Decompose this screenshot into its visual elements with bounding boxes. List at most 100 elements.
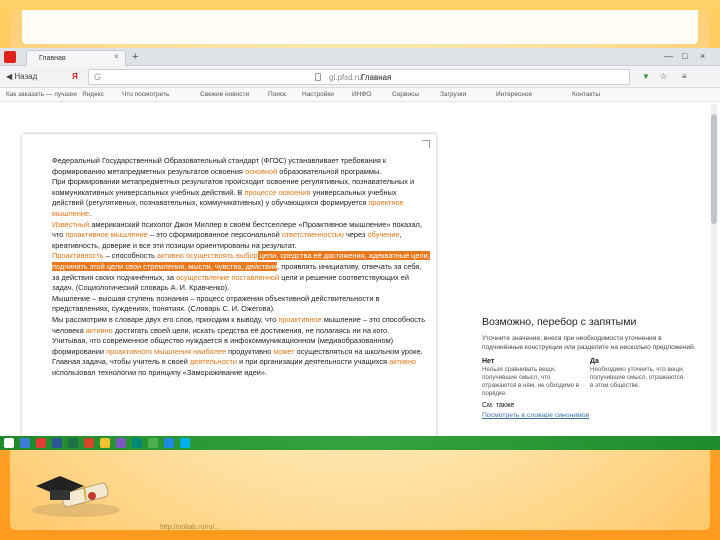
share-icon[interactable]	[422, 140, 430, 148]
article-run: основной	[244, 166, 278, 176]
bookmarks-bar: Как заказать — лучшее Яндекс Что посмотр…	[0, 88, 720, 102]
article-run: активно осуществлять выбор	[156, 251, 258, 261]
example-no-text: Нельзя сравнивать вещи, получившие смысл…	[482, 366, 580, 397]
media-icon[interactable]	[132, 438, 142, 448]
graduation-decoration	[32, 476, 120, 517]
yandex-logo[interactable]: Я	[72, 72, 78, 81]
bookmark-item[interactable]: Настройки	[302, 91, 334, 98]
article-run: .	[89, 208, 92, 218]
yandex-browser-icon[interactable]	[4, 51, 16, 63]
article-run: через	[343, 230, 368, 240]
download-icon[interactable]: ▼	[642, 72, 650, 81]
article-run: Мы рассмотрим в словаре двух его слов, п…	[52, 314, 279, 324]
address-page-title: Главная	[361, 73, 392, 82]
page-content: Федеральный Государственный Образователь…	[0, 102, 720, 436]
article-run: проактивное мышление	[65, 230, 148, 240]
bookmark-item[interactable]: ИНФО	[352, 91, 371, 98]
synonyms-link[interactable]: Посмотреть в словаре синонимов	[482, 412, 702, 419]
article-run: осуществление поставленной	[176, 272, 280, 282]
article-paragraph: Мышление – высшая ступень познания – про…	[52, 294, 430, 315]
bookmark-item[interactable]: Поиск	[268, 91, 286, 98]
menu-icon[interactable]: ≡	[682, 72, 687, 81]
article-run: процессе освоения	[244, 187, 311, 197]
lock-icon	[315, 73, 321, 81]
bookmark-item[interactable]: Что посмотреть	[122, 91, 169, 98]
article-run: – способность	[103, 251, 157, 261]
tab-title: Главная	[39, 55, 66, 62]
bookmark-item[interactable]: Как заказать — лучшее	[6, 91, 77, 98]
article-paragraph: Мы рассмотрим в словаре двух его слов, п…	[52, 315, 430, 336]
scroll-thumb[interactable]	[711, 114, 717, 224]
yandex-icon[interactable]	[36, 438, 46, 448]
article-paragraph: Проактивность – способность активно осущ…	[52, 251, 430, 293]
example-no-heading: Нет	[482, 358, 495, 365]
article-run: активно	[389, 357, 417, 367]
bookmark-item[interactable]: Яндекс	[82, 91, 104, 98]
example-yes: Да Необходимо уточнить, что вещи, получи…	[590, 358, 688, 390]
article-run: обучение	[367, 230, 400, 240]
explorer-icon[interactable]	[20, 438, 30, 448]
article-run: образовательной программы.	[277, 166, 382, 176]
example-no: Нет Нельзя сравнивать вещи, получившие с…	[482, 358, 580, 398]
suggestion-examples: Нет Нельзя сравнивать вещи, получившие с…	[482, 358, 702, 398]
address-bar[interactable]: G gl.pfsd.ru Главная	[88, 69, 630, 85]
example-yes-heading: Да	[590, 358, 599, 365]
minimize-button[interactable]: —	[664, 51, 673, 61]
article-run: – это сформированное персональной	[147, 230, 282, 240]
excel-icon[interactable]	[68, 438, 78, 448]
bookmark-item[interactable]: Контакты	[572, 91, 600, 98]
article-paragraph: Федеральный Государственный Образователь…	[52, 156, 430, 177]
slide-top-panel	[22, 10, 698, 44]
skype-icon[interactable]	[180, 438, 190, 448]
close-window-button[interactable]: ×	[700, 51, 705, 61]
chrome-icon[interactable]	[148, 438, 158, 448]
article-run: активно	[85, 325, 113, 335]
article-run: деятельности	[189, 357, 238, 367]
bookmark-item[interactable]: Свежие новости	[200, 91, 249, 98]
taskbar	[0, 436, 720, 450]
tab-main[interactable]: Главная	[26, 50, 126, 66]
title-bar: Главная × + — □ ×	[0, 48, 720, 66]
bookmark-icon[interactable]: ☆	[660, 72, 667, 81]
bookmark-item[interactable]: Загрузки	[440, 91, 466, 98]
article-paragraph: Известный американский психолог Джон Мил…	[52, 220, 430, 252]
see-also-label: См. также	[482, 402, 515, 409]
footer-url: http://ooliab.ru/ru/...	[160, 524, 221, 531]
back-button[interactable]: ◀ Назад	[6, 72, 37, 81]
start-icon[interactable]	[4, 438, 14, 448]
browser-toolbar: ◀ Назад Я G gl.pfsd.ru Главная ▼ ☆ ≡	[0, 66, 720, 88]
suggestion-title: Возможно, перебор с запятыми	[482, 316, 637, 328]
example-yes-text: Необходимо уточнить, что вещи, получивши…	[590, 366, 685, 389]
article-run: Известный	[52, 219, 90, 229]
tab-close-icon[interactable]: ×	[114, 52, 119, 61]
article-card: Федеральный Государственный Образователь…	[22, 134, 436, 436]
address-host: gl.pfsd.ru	[329, 73, 362, 82]
powerpoint-icon[interactable]	[84, 438, 94, 448]
suggestion-panel: Возможно, перебор с запятыми Уточните зн…	[482, 316, 702, 419]
bookmark-item[interactable]: Сервисы	[392, 91, 419, 98]
new-tab-button[interactable]: +	[132, 51, 138, 63]
article-text: Федеральный Государственный Образователь…	[52, 156, 430, 378]
address-prefix: G	[94, 72, 102, 82]
mail-icon[interactable]	[164, 438, 174, 448]
article-run: Мышление – высшая ступень познания – про…	[52, 293, 380, 314]
article-run: Проактивность	[52, 251, 104, 261]
scrollbar[interactable]	[711, 104, 717, 434]
word-icon[interactable]	[52, 438, 62, 448]
article-run: проактивное	[278, 314, 322, 324]
maximize-button[interactable]: □	[682, 51, 687, 61]
suggestion-description: Уточните значение, внеся при необходимос…	[482, 335, 696, 351]
article-paragraph: Учитывая, что современное общество нужда…	[52, 336, 430, 378]
browser-screenshot: Главная × + — □ × ◀ Назад Я G gl.pfsd.ru…	[0, 48, 720, 436]
article-run: продуктивно	[226, 346, 274, 356]
article-run: и при организации деятельности учащихся	[237, 357, 390, 367]
article-paragraph: При формировании метапредметных результа…	[52, 177, 430, 219]
article-run: использовал технологии по принципу «Замо…	[52, 367, 268, 377]
bookmark-item[interactable]: Интересное	[496, 91, 532, 98]
article-run: ответственностью	[281, 230, 344, 240]
article-run: проактивного мышления	[106, 346, 192, 356]
photo-icon[interactable]	[116, 438, 126, 448]
article-run: достигать своей цели, искать средства её…	[112, 325, 390, 335]
folder-icon[interactable]	[100, 438, 110, 448]
article-run: наиболее	[193, 346, 227, 356]
